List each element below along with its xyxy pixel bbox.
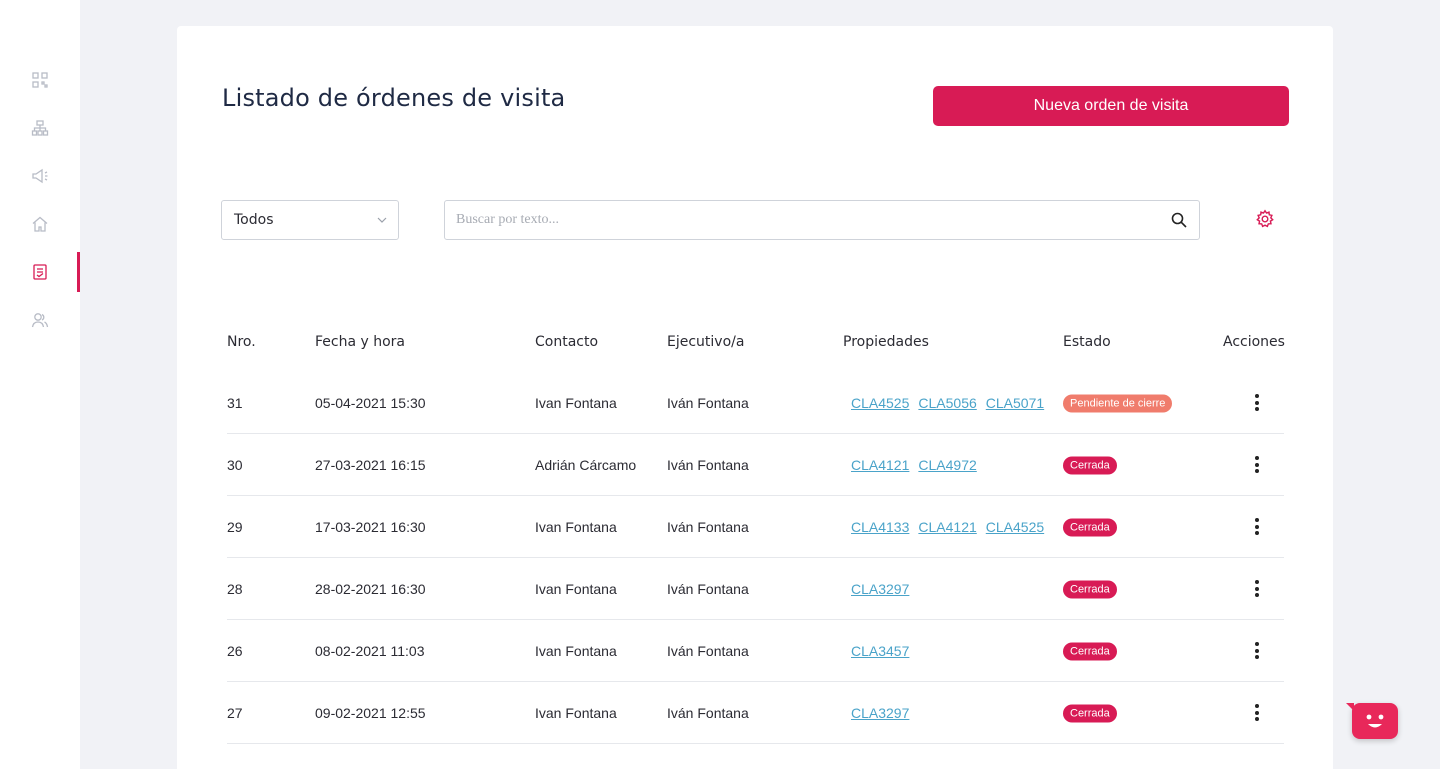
cell-nro: 27	[227, 704, 243, 721]
org-chart-icon	[31, 120, 49, 136]
table-row[interactable]: 27 09-02-2021 12:55 Ivan Fontana Iván Fonta…	[227, 682, 1284, 744]
cell-nro: 30	[227, 456, 243, 473]
cell-nro: 26	[227, 642, 243, 659]
row-actions-menu-icon[interactable]	[1254, 516, 1260, 538]
cell-contacto: Adrián Cárcamo	[535, 456, 637, 473]
chat-face-icon	[1366, 714, 1384, 728]
cell-estado: Cerrada	[1063, 517, 1117, 536]
cell-fecha: 08-02-2021 11:03	[315, 642, 425, 659]
status-badge: Cerrada	[1063, 518, 1117, 536]
column-header-acciones: Acciones	[1223, 334, 1285, 350]
cell-fecha: 09-02-2021 12:55	[315, 704, 426, 721]
cell-ejecutivo: Iván Fontana	[667, 580, 749, 597]
cell-nro: 28	[227, 580, 243, 597]
property-link[interactable]: CLA4525	[986, 519, 1044, 535]
cell-fecha: 28-02-2021 16:30	[315, 580, 426, 597]
property-link[interactable]: CLA5056	[918, 395, 976, 411]
cell-estado: Cerrada	[1063, 703, 1117, 722]
column-header-contacto: Contacto	[535, 334, 599, 350]
cell-fecha: 05-04-2021 15:30	[315, 394, 426, 411]
chat-widget-button[interactable]	[1346, 703, 1398, 739]
property-link[interactable]: CLA3297	[851, 581, 909, 597]
table-row[interactable]: 31 05-04-2021 15:30 Ivan Fontana Iván Fonta…	[227, 372, 1284, 434]
table-row[interactable]: 29 17-03-2021 16:30 Ivan Fontana Iván Fonta…	[227, 496, 1284, 558]
status-badge: Cerrada	[1063, 704, 1117, 722]
status-badge: Cerrada	[1063, 642, 1117, 660]
sidebar-item-org[interactable]	[0, 108, 80, 148]
sidebar-item-contacts[interactable]	[0, 300, 80, 340]
sidebar-item-home[interactable]	[0, 204, 80, 244]
home-icon	[32, 216, 48, 232]
cell-nro: 31	[227, 394, 243, 411]
new-visit-order-button[interactable]: Nueva orden de visita	[933, 86, 1289, 126]
page-title: Listado de órdenes de visita	[222, 84, 566, 112]
column-header-estado: Estado	[1063, 334, 1111, 350]
property-link[interactable]: CLA3457	[851, 643, 909, 659]
users-icon	[31, 313, 49, 328]
cell-ejecutivo: Iván Fontana	[667, 518, 749, 535]
cell-contacto: Ivan Fontana	[535, 394, 617, 411]
search-icon[interactable]	[1171, 212, 1187, 228]
row-actions-menu-icon[interactable]	[1254, 702, 1260, 724]
cell-propiedades: CLA4121 CLA4972	[851, 457, 986, 473]
status-filter-value: Todos	[234, 212, 274, 228]
search-input[interactable]	[445, 201, 1145, 239]
sidebar-item-campaigns[interactable]	[0, 156, 80, 196]
cell-estado: Pendiente de cierre	[1063, 393, 1173, 412]
column-header-ejecutivo: Ejecutivo/a	[667, 334, 745, 350]
cell-contacto: Ivan Fontana	[535, 704, 617, 721]
property-link[interactable]: CLA4972	[918, 457, 976, 473]
property-link[interactable]: CLA4121	[851, 457, 909, 473]
property-link[interactable]: CLA4525	[851, 395, 909, 411]
property-link[interactable]: CLA3297	[851, 705, 909, 721]
row-actions-menu-icon[interactable]	[1254, 454, 1260, 476]
cell-fecha: 27-03-2021 16:15	[315, 456, 426, 473]
status-badge: Cerrada	[1063, 580, 1117, 598]
cell-estado: Cerrada	[1063, 641, 1117, 660]
cell-nro: 29	[227, 518, 243, 535]
megaphone-icon	[32, 168, 48, 184]
status-badge: Cerrada	[1063, 456, 1117, 474]
cell-ejecutivo: Iván Fontana	[667, 456, 749, 473]
cell-propiedades: CLA4525 CLA5056 CLA5071	[851, 395, 1053, 411]
status-badge: Pendiente de cierre	[1063, 394, 1173, 412]
cell-estado: Cerrada	[1063, 455, 1117, 474]
property-link[interactable]: CLA4133	[851, 519, 909, 535]
search-box	[444, 200, 1200, 240]
cell-contacto: Ivan Fontana	[535, 580, 617, 597]
status-filter-select[interactable]: Todos	[221, 200, 399, 240]
column-header-fecha: Fecha y hora	[315, 334, 406, 350]
row-actions-menu-icon[interactable]	[1254, 578, 1260, 600]
row-actions-menu-icon[interactable]	[1254, 640, 1260, 662]
cell-ejecutivo: Iván Fontana	[667, 642, 749, 659]
gear-icon[interactable]	[1255, 209, 1275, 229]
cell-contacto: Ivan Fontana	[535, 642, 617, 659]
clipboard-icon	[33, 264, 47, 280]
qr-icon	[32, 72, 48, 88]
table-row[interactable]: 26 08-02-2021 11:03 Ivan Fontana Iván Fonta…	[227, 620, 1284, 682]
cell-ejecutivo: Iván Fontana	[667, 394, 749, 411]
cell-propiedades: CLA3297	[851, 581, 918, 597]
cell-estado: Cerrada	[1063, 579, 1117, 598]
sidebar-item-qr[interactable]	[0, 60, 80, 100]
cell-contacto: Ivan Fontana	[535, 518, 617, 535]
cell-propiedades: CLA3457	[851, 643, 918, 659]
property-link[interactable]: CLA5071	[986, 395, 1044, 411]
column-header-nro: Nro.	[227, 334, 256, 350]
cell-propiedades: CLA3297	[851, 705, 918, 721]
table-row[interactable]: 28 28-02-2021 16:30 Ivan Fontana Iván Fonta…	[227, 558, 1284, 620]
row-actions-menu-icon[interactable]	[1254, 392, 1260, 414]
sidebar-item-visit-orders[interactable]	[0, 252, 80, 292]
chevron-down-icon	[377, 217, 387, 223]
property-link[interactable]: CLA4121	[918, 519, 976, 535]
column-header-propiedades: Propiedades	[843, 334, 929, 350]
cell-fecha: 17-03-2021 16:30	[315, 518, 426, 535]
table-row[interactable]: 30 27-03-2021 16:15 Adrián Cárcamo Iván Fon…	[227, 434, 1284, 496]
cell-ejecutivo: Iván Fontana	[667, 704, 749, 721]
sidebar	[0, 0, 80, 769]
cell-propiedades: CLA4133 CLA4121 CLA4525	[851, 519, 1053, 535]
main-card: Listado de órdenes de visita Nueva orden…	[177, 26, 1333, 769]
